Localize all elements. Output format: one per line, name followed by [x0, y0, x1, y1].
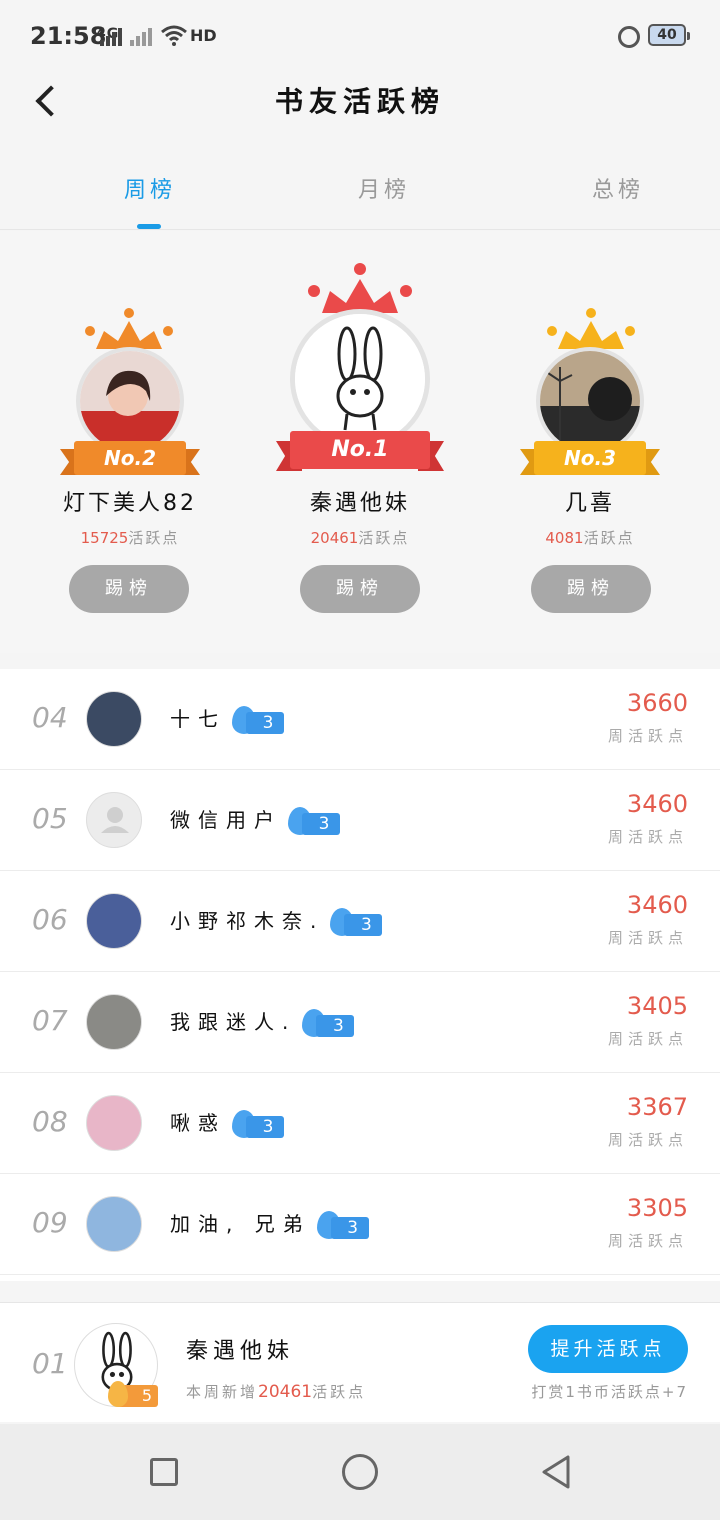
my-rank-number: 01: [32, 1347, 68, 1380]
fire-level-icon: 3: [232, 705, 284, 734]
list-item[interactable]: 05 微信用户 3 3460 周活跃点: [0, 770, 720, 871]
avatar[interactable]: [536, 347, 644, 455]
podium-third: No.3 几喜 4081活跃点 踢榜: [490, 231, 690, 631]
fire-level-icon: 3: [302, 1008, 355, 1037]
score: 3305: [626, 1194, 688, 1222]
list-item[interactable]: 09 加油, 兄弟 3 3305 周活跃点: [0, 1174, 720, 1275]
score-label: 周活跃点: [607, 1131, 688, 1149]
user-name: 十七 3: [170, 703, 284, 734]
podium-name: 秦遇他妹: [309, 491, 410, 516]
rank-number: 05: [32, 802, 68, 835]
battery-icon: 40: [648, 24, 690, 46]
home-button[interactable]: [342, 1454, 378, 1490]
rank-number: 04: [32, 701, 68, 734]
score-label: 周活跃点: [607, 727, 688, 745]
score: 3405: [626, 992, 688, 1020]
page-title: 书友活跃榜: [274, 85, 445, 118]
podium-points: 20461活跃点: [310, 529, 410, 547]
user-name: 小野祁木奈. 3: [170, 905, 383, 936]
boost-activity-button[interactable]: 提升活跃点: [528, 1325, 688, 1373]
recent-apps-button[interactable]: [150, 1458, 178, 1486]
score: 3460: [626, 790, 688, 818]
system-nav-bar: [0, 1424, 720, 1520]
rotation-lock-icon: [618, 26, 640, 48]
signal-icon: [100, 28, 122, 46]
user-name: 加油, 兄弟 3: [170, 1208, 369, 1239]
score-label: 周活跃点: [607, 929, 688, 947]
avatar[interactable]: [86, 1196, 142, 1252]
period-tabs: 周榜 月榜 总榜: [0, 150, 720, 230]
avatar[interactable]: [76, 347, 184, 455]
my-name: 秦遇他妹: [186, 1339, 295, 1364]
score-label: 周活跃点: [607, 1030, 688, 1048]
score-label: 周活跃点: [607, 828, 688, 846]
user-name: 微信用户 3: [170, 804, 340, 835]
back-nav-button[interactable]: [540, 1454, 572, 1490]
podium-first: No.1 秦遇他妹 20461活跃点 踢榜: [260, 231, 460, 631]
user-name: 我跟迷人. 3: [170, 1006, 355, 1037]
rank-number: 06: [32, 903, 68, 936]
tip-hint: 打赏1书币活跃点+7: [531, 1383, 688, 1401]
avatar[interactable]: [290, 309, 430, 449]
rank-number: 08: [32, 1105, 68, 1138]
fire-level-icon: 3: [316, 1210, 369, 1239]
tab-indicator: [137, 224, 161, 229]
my-weekly-desc: 本周新增20461活跃点: [186, 1382, 367, 1402]
status-bar: 21:58 4G HD 40: [0, 0, 720, 66]
fire-level-icon: 3: [232, 1109, 284, 1138]
user-name: 啾惑 3: [170, 1107, 284, 1138]
default-avatar-icon[interactable]: [86, 792, 142, 848]
kick-button[interactable]: 踢榜: [300, 565, 420, 613]
podium-name: 灯下美人82: [63, 491, 197, 516]
hd-icon: HD: [190, 26, 217, 45]
score-label: 周活跃点: [607, 1232, 688, 1250]
tab-weekly[interactable]: 周榜: [90, 172, 210, 204]
badge-second: No.2: [60, 441, 200, 475]
podium-points: 4081活跃点: [545, 529, 635, 547]
rank-number: 09: [32, 1206, 68, 1239]
list-item[interactable]: 08 啾惑 3 3367 周活跃点: [0, 1073, 720, 1174]
fire-icon: [108, 1381, 128, 1407]
rabbit-icon: [295, 314, 425, 444]
avatar[interactable]: [86, 691, 142, 747]
header: 书友活跃榜: [0, 66, 720, 150]
tab-monthly[interactable]: 月榜: [324, 172, 444, 204]
fire-level-icon: 3: [288, 806, 340, 835]
wifi-icon: [161, 25, 187, 46]
badge-first: No.1: [276, 431, 444, 471]
tab-total[interactable]: 总榜: [558, 172, 678, 204]
podium-points: 15725活跃点: [80, 529, 180, 547]
ranking-list: 04 十七 3 3660 周活跃点 05 微信用户 3 3460 周活跃点 06 小…: [0, 669, 720, 1281]
status-time: 21:58: [30, 22, 107, 50]
score: 3660: [626, 689, 688, 717]
my-rank-bar: 01 5 秦遇他妹 本周新增20461活跃点 提升活跃点 打赏1书币活跃点+7: [0, 1302, 720, 1422]
fire-level-icon: 3: [330, 907, 383, 936]
avatar[interactable]: [86, 1095, 142, 1151]
badge-third: No.3: [520, 441, 660, 475]
podium: No.2 灯下美人82 15725活跃点 踢榜 No.1 秦遇他妹 20461活…: [0, 231, 720, 653]
podium-name: 几喜: [564, 491, 615, 516]
kick-button[interactable]: 踢榜: [69, 565, 189, 613]
avatar[interactable]: [86, 994, 142, 1050]
score: 3460: [626, 891, 688, 919]
signal-icon-2: [130, 28, 152, 46]
kick-button[interactable]: 踢榜: [531, 565, 651, 613]
list-item[interactable]: 04 十七 3 3660 周活跃点: [0, 669, 720, 770]
list-item[interactable]: 07 我跟迷人. 3 3405 周活跃点: [0, 972, 720, 1073]
avatar[interactable]: [86, 893, 142, 949]
rank-number: 07: [32, 1004, 68, 1037]
podium-second: No.2 灯下美人82 15725活跃点 踢榜: [30, 231, 230, 631]
score: 3367: [626, 1093, 688, 1121]
list-item[interactable]: 06 小野祁木奈. 3 3460 周活跃点: [0, 871, 720, 972]
